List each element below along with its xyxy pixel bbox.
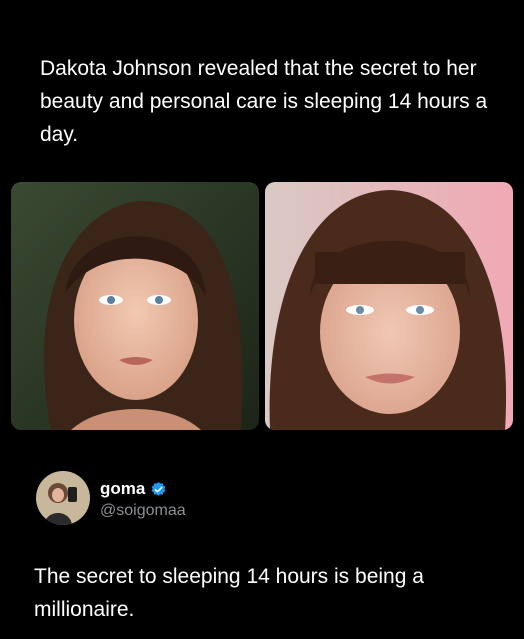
author-handle[interactable]: @soigomaa: [100, 502, 186, 520]
verified-badge-icon: [150, 481, 167, 498]
quoted-post-text: Dakota Johnson revealed that the secret …: [40, 57, 488, 146]
profile-photo-icon: [36, 471, 90, 525]
author-name[interactable]: goma: [100, 479, 145, 499]
portrait-image: [11, 182, 259, 430]
author-block[interactable]: goma @soigomaa: [36, 471, 336, 527]
avatar[interactable]: [36, 471, 90, 525]
left-portrait-photo[interactable]: [11, 182, 259, 430]
right-portrait-photo[interactable]: [265, 182, 513, 430]
portrait-image: [265, 182, 513, 430]
tweet-text: The secret to sleeping 14 hours is being…: [34, 565, 424, 621]
